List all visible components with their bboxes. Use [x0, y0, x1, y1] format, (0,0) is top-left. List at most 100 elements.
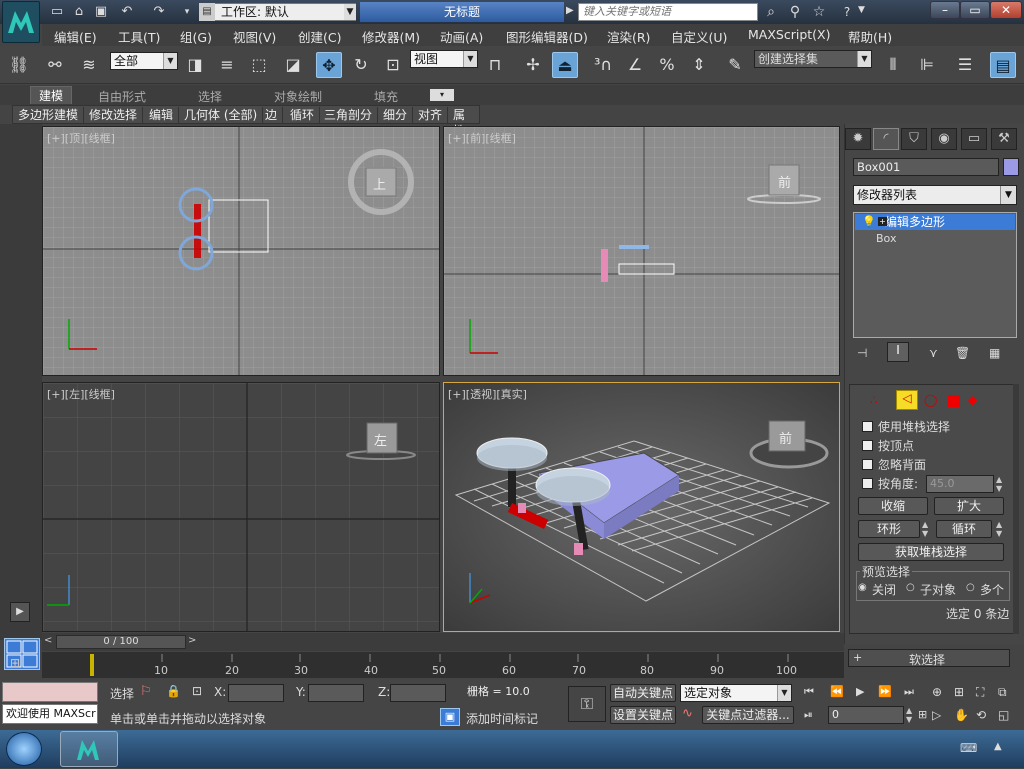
undo-icon[interactable]: ↶	[118, 3, 136, 21]
ribbon-panel-geometry[interactable]: 几何体 (全部)	[179, 107, 264, 123]
key-mode-icon[interactable]: ⏯	[804, 708, 813, 722]
next-frame-icon[interactable]: >	[188, 635, 196, 646]
menu-views[interactable]: 视图(V)	[233, 27, 276, 46]
ref-coord-select[interactable]: 视图 ▼	[410, 50, 478, 68]
soft-selection-rollout[interactable]: + 软选择	[848, 649, 1010, 667]
toggle-ribbon-icon[interactable]: ▤	[990, 52, 1016, 78]
polygon-icon[interactable]	[948, 395, 960, 407]
absolute-mode-icon[interactable]: ⊡	[192, 684, 202, 698]
set-key-button[interactable]: 设置关键点	[610, 706, 676, 724]
windows-start-icon[interactable]	[6, 732, 42, 766]
link-icon[interactable]: ⛓	[6, 52, 32, 78]
viewcube-face-label[interactable]: 前	[779, 428, 792, 447]
next-key-icon[interactable]: ⏩	[878, 685, 892, 698]
current-frame-field[interactable]: 0	[828, 706, 904, 724]
zoom-icon[interactable]: ⊕	[932, 685, 942, 699]
search-expand-icon[interactable]: ▶	[566, 5, 574, 16]
minimize-button[interactable]: –	[930, 1, 960, 19]
viewcube-face-label[interactable]: 左	[374, 430, 387, 449]
track-bar[interactable]: 10 20 30 40 50 60 70 80 90 100	[42, 652, 844, 678]
redo-dropdown-icon[interactable]: ▾	[178, 3, 196, 21]
ignore-backfacing-checkbox[interactable]	[862, 459, 873, 470]
ribbon-tab-populate[interactable]: 填充	[374, 88, 398, 105]
move-icon[interactable]: ✥	[316, 52, 342, 78]
ribbon-tab-freeform[interactable]: 自由形式	[98, 88, 146, 105]
remove-modifier-icon[interactable]: 🗑	[955, 346, 970, 360]
time-config-icon[interactable]: ⊞	[918, 708, 927, 721]
maximize-viewport-icon[interactable]: ◱	[998, 708, 1009, 722]
menu-group[interactable]: 组(G)	[180, 27, 212, 46]
motion-tab-icon[interactable]: ◉	[931, 128, 957, 150]
scale-icon[interactable]: ⊡	[380, 52, 406, 78]
ribbon-options-icon[interactable]: ▾	[430, 89, 454, 101]
viewport-label[interactable]: [+][透视][真实]	[448, 386, 527, 402]
object-name-field[interactable]: Box001	[853, 158, 999, 176]
auto-key-button[interactable]: 自动关键点	[610, 684, 676, 702]
element-icon[interactable]: ◆	[968, 393, 977, 407]
make-unique-icon[interactable]: ⋎	[929, 346, 938, 360]
align-icon[interactable]: ⊫	[914, 52, 940, 78]
maxscript-listener-pink[interactable]	[2, 682, 98, 702]
vertex-icon[interactable]: ∴	[870, 393, 878, 407]
zoom-extents-all-icon[interactable]: ⧉	[998, 685, 1007, 700]
spinner-snap-icon[interactable]: ⇕	[686, 52, 712, 78]
angle-snap-icon[interactable]: ∠	[622, 52, 648, 78]
ring-button[interactable]: 环形	[858, 520, 920, 538]
menu-animation[interactable]: 动画(A)	[440, 27, 483, 46]
menu-maxscript[interactable]: MAXScript(X)	[748, 27, 830, 42]
redo-icon[interactable]: ↷	[150, 3, 168, 21]
mirror-icon[interactable]: ⫴	[880, 52, 906, 78]
expand-plus-icon[interactable]: +	[878, 217, 887, 226]
search-input[interactable]	[578, 3, 758, 21]
ribbon-panel-align[interactable]: 对齐	[413, 107, 449, 123]
border-icon[interactable]: ◯	[924, 393, 937, 407]
hierarchy-tab-icon[interactable]: ⛉	[901, 128, 927, 150]
preview-multi-radio[interactable]: ○	[966, 582, 975, 593]
time-tag-icon[interactable]: ▣	[440, 708, 460, 726]
display-tab-icon[interactable]: ▭	[961, 128, 987, 150]
ribbon-panel-edges[interactable]: 边	[260, 107, 284, 123]
modifier-list-select[interactable]: 修改器列表 ▼	[853, 185, 1017, 205]
viewcube-face-label[interactable]: 前	[778, 172, 791, 191]
z-field[interactable]	[390, 684, 446, 702]
ribbon-panel-polygon-modeling[interactable]: 多边形建模	[13, 107, 85, 123]
stack-item-box[interactable]: Box	[876, 232, 896, 245]
help-icon[interactable]: ?	[836, 3, 858, 21]
menu-help[interactable]: 帮助(H)	[848, 27, 892, 46]
menu-graph-editors[interactable]: 图形编辑器(D)	[506, 27, 588, 46]
ribbon-panel-subdivision[interactable]: 细分	[378, 107, 414, 123]
app-logo-button[interactable]	[2, 1, 40, 43]
key-filters-button[interactable]: 关键点过滤器...	[702, 706, 794, 724]
binoculars-icon[interactable]: ⌕	[762, 3, 780, 21]
viewcube-face-label[interactable]: 上	[373, 174, 386, 193]
menu-create[interactable]: 创建(C)	[298, 27, 341, 46]
use-stack-checkbox[interactable]	[862, 421, 873, 432]
lock-icon[interactable]: 🔒	[166, 684, 181, 698]
ribbon-panel-loops[interactable]: 循环	[285, 107, 321, 123]
percent-snap-icon[interactable]: %	[654, 52, 680, 78]
menu-customize[interactable]: 自定义(U)	[671, 27, 727, 46]
goto-end-icon[interactable]: ⏭	[904, 685, 914, 699]
spinner-icon[interactable]: ▲ ▼	[996, 475, 1002, 493]
selection-filter-select[interactable]: 全部 ▼	[110, 52, 178, 70]
viewport-top[interactable]: [+][顶][线框] 上	[42, 126, 440, 376]
add-time-tag-label[interactable]: 添加时间标记	[466, 710, 538, 727]
ribbon-panel-tris[interactable]: 三角剖分	[319, 107, 379, 123]
set-key-icon[interactable]: ⚿	[568, 686, 606, 722]
viewport-label[interactable]: [+][左][线框]	[47, 386, 115, 402]
configure-sets-icon[interactable]: ▦	[989, 346, 1000, 360]
expand-arrow-icon[interactable]: ▶	[10, 602, 30, 622]
loop-spinner-icon[interactable]: ▲ ▼	[996, 520, 1002, 538]
selected-object-select[interactable]: 选定对象 ▼	[680, 684, 792, 702]
utilities-tab-icon[interactable]: ⚒	[991, 128, 1017, 150]
prev-key-icon[interactable]: ⏪	[830, 685, 844, 698]
close-button[interactable]: ✕	[990, 1, 1022, 19]
bind-space-warp-icon[interactable]: ≋	[76, 52, 102, 78]
viewport-left[interactable]: [+][左][线框] 左	[42, 382, 440, 632]
shrink-button[interactable]: 收缩	[858, 497, 928, 515]
rect-selection-icon[interactable]: ⬚	[246, 52, 272, 78]
lightbulb-icon[interactable]: 💡	[862, 215, 876, 228]
keyboard-shortcut-override-icon[interactable]: ⏏	[552, 52, 578, 78]
frame-spinner-icon[interactable]: ▲ ▼	[906, 706, 912, 724]
new-file-icon[interactable]: ▭	[48, 3, 66, 21]
